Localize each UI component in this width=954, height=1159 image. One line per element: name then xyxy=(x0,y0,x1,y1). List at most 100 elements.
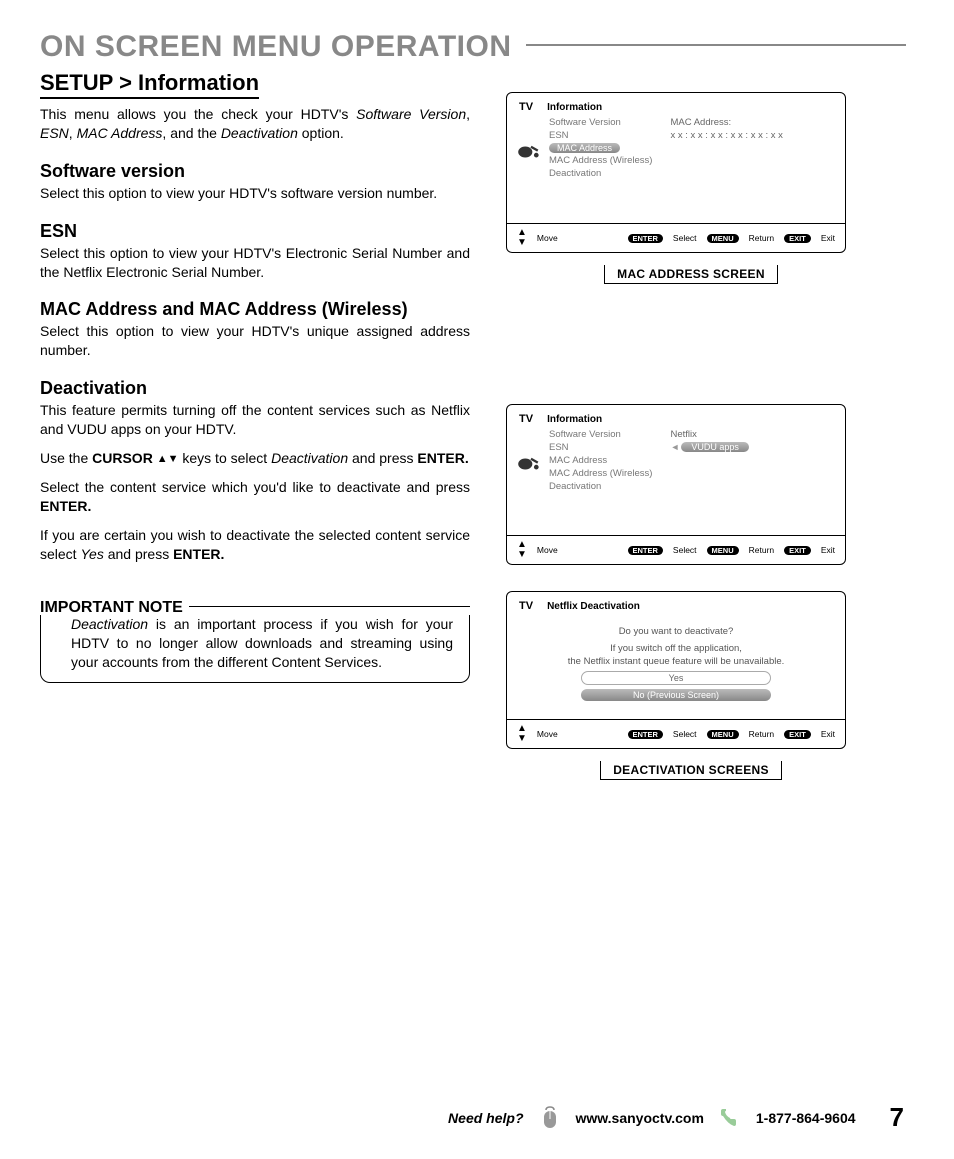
s1c: keys to select xyxy=(178,450,271,466)
menu-item: Software Version xyxy=(549,117,652,128)
heading-mac: MAC Address and MAC Address (Wireless) xyxy=(40,299,470,320)
option-no-selected: No (Previous Screen) xyxy=(581,689,771,701)
exit-label: Exit xyxy=(821,729,835,739)
screen-footer: ▲▼ Move ENTER Select MENU Return EXIT Ex… xyxy=(507,535,845,564)
sel-text: VUDU apps xyxy=(681,442,749,452)
screen2-detail: Netflix ◄VUDU apps xyxy=(670,429,748,492)
s2a: Select the content service which you'd l… xyxy=(40,479,470,495)
deact-step2: Select the content service which you'd l… xyxy=(40,478,470,516)
deact-body: Do you want to deactivate? If you switch… xyxy=(519,616,833,711)
wrench-satellite-icon xyxy=(517,453,543,475)
page-title-text: ON SCREEN MENU OPERATION xyxy=(40,30,511,63)
wrench-satellite-icon xyxy=(517,141,543,163)
page-number: 7 xyxy=(890,1102,904,1133)
cursor-down-icon: ▼ xyxy=(168,453,179,465)
heading-esn: ESN xyxy=(40,221,470,242)
detail-item: Netflix xyxy=(670,429,748,440)
exit-label: Exit xyxy=(821,545,835,555)
s1b: CURSOR xyxy=(92,450,157,466)
heading-deactivation: Deactivation xyxy=(40,378,470,399)
caption2-text: DEACTIVATION SCREENS xyxy=(600,761,782,780)
menu-label: Return xyxy=(749,729,775,739)
note-i: Deactivation xyxy=(71,616,148,632)
option-yes: Yes xyxy=(581,671,771,685)
menu-item: MAC Address xyxy=(549,455,652,466)
caption-deact: DEACTIVATION SCREENS xyxy=(506,761,876,780)
mac-address-screen: TV Information Software Version ESN MAC … xyxy=(506,92,846,253)
screen-footer: ▲▼ Move ENTER Select MENU Return EXIT Ex… xyxy=(507,223,845,252)
deactivation-screen-1: TV Information Software Version ESN MAC … xyxy=(506,404,846,565)
enter-pill: ENTER xyxy=(628,234,663,243)
s3c: and press xyxy=(104,546,173,562)
s3d: ENTER. xyxy=(173,546,224,562)
intro-i4: Deactivation xyxy=(221,125,298,141)
screen2-heading: Information xyxy=(547,414,602,425)
menu-label: Return xyxy=(749,233,775,243)
deactivation-screen-2: TV Netflix Deactivation Do you want to d… xyxy=(506,591,846,749)
enter-label: Select xyxy=(673,545,697,555)
move-arrows-icon: ▲▼ xyxy=(517,724,527,744)
screen3-heading: Netflix Deactivation xyxy=(547,601,640,612)
detail-value: x x : x x : x x : x x : x x : x x xyxy=(670,130,782,141)
note-rule xyxy=(189,606,470,607)
menu-item: ESN xyxy=(549,442,652,453)
breadcrumb: SETUP > Information xyxy=(40,70,259,99)
heading-software-version: Software version xyxy=(40,161,470,182)
detail-label: MAC Address: xyxy=(670,117,782,128)
deact-step3: If you are certain you wish to deactivat… xyxy=(40,526,470,564)
tv-label: TV xyxy=(519,413,533,425)
screen2-menu: Software Version ESN MAC Address MAC Add… xyxy=(549,429,652,492)
deact-line2: the Netflix instant queue feature will b… xyxy=(539,656,813,667)
menu-item: MAC Address (Wireless) xyxy=(549,155,652,166)
intro-i3: MAC Address xyxy=(77,125,163,141)
s3b: Yes xyxy=(80,546,103,562)
deact-step1: Use the CURSOR ▲▼ keys to select Deactiv… xyxy=(40,449,470,468)
intro-s1: , xyxy=(466,106,470,122)
title-rule xyxy=(526,44,906,46)
menu-pill: MENU xyxy=(707,546,739,555)
screen1-heading: Information xyxy=(547,102,602,113)
s1f: ENTER. xyxy=(417,450,468,466)
footer-url: www.sanyoctv.com xyxy=(576,1110,704,1126)
menu-label: Return xyxy=(749,545,775,555)
screen1-detail: MAC Address: x x : x x : x x : x x : x x… xyxy=(670,117,782,179)
menu-item-selected: MAC Address xyxy=(549,143,620,153)
menu-item: Deactivation xyxy=(549,481,652,492)
intro-i2: ESN xyxy=(40,125,69,141)
enter-label: Select xyxy=(673,729,697,739)
intro-i1: Software Version xyxy=(356,106,466,122)
exit-pill: EXIT xyxy=(784,546,811,555)
p-mac: Select this option to view your HDTV's u… xyxy=(40,322,470,360)
exit-pill: EXIT xyxy=(784,730,811,739)
arrow-left-icon: ◄ xyxy=(670,442,679,452)
page-title: ON SCREEN MENU OPERATION xyxy=(40,30,904,64)
s1e: and press xyxy=(348,450,417,466)
s2b: ENTER. xyxy=(40,498,91,514)
move-arrows-icon: ▲▼ xyxy=(517,540,527,560)
cursor-up-icon: ▲ xyxy=(157,453,168,465)
p-deactivation: This feature permits turning off the con… xyxy=(40,401,470,439)
caption1-text: MAC ADDRESS SCREEN xyxy=(604,265,778,284)
intro-post: option. xyxy=(298,125,344,141)
note-box: Deactivation is an important process if … xyxy=(40,615,470,683)
need-help-label: Need help? xyxy=(448,1110,523,1126)
intro-s2: , xyxy=(69,125,77,141)
tv-label: TV xyxy=(519,101,533,113)
menu-pill: MENU xyxy=(707,234,739,243)
deact-question: Do you want to deactivate? xyxy=(539,626,813,637)
move-label: Move xyxy=(537,729,558,739)
enter-label: Select xyxy=(673,233,697,243)
intro-paragraph: This menu allows you the check your HDTV… xyxy=(40,105,470,143)
intro-pre: This menu allows you the check your HDTV… xyxy=(40,106,356,122)
intro-s3: , and the xyxy=(162,125,220,141)
menu-item: Software Version xyxy=(549,429,652,440)
page-footer: Need help? www.sanyoctv.com 1-877-864-96… xyxy=(40,1102,904,1133)
p-software-version: Select this option to view your HDTV's s… xyxy=(40,184,470,203)
p-esn: Select this option to view your HDTV's E… xyxy=(40,244,470,282)
move-label: Move xyxy=(537,233,558,243)
move-arrows-icon: ▲▼ xyxy=(517,228,527,248)
footer-phone: 1-877-864-9604 xyxy=(756,1110,856,1126)
left-column: SETUP > Information This menu allows you… xyxy=(40,70,470,780)
right-column: TV Information Software Version ESN MAC … xyxy=(506,70,876,780)
menu-item: ESN xyxy=(549,130,652,141)
